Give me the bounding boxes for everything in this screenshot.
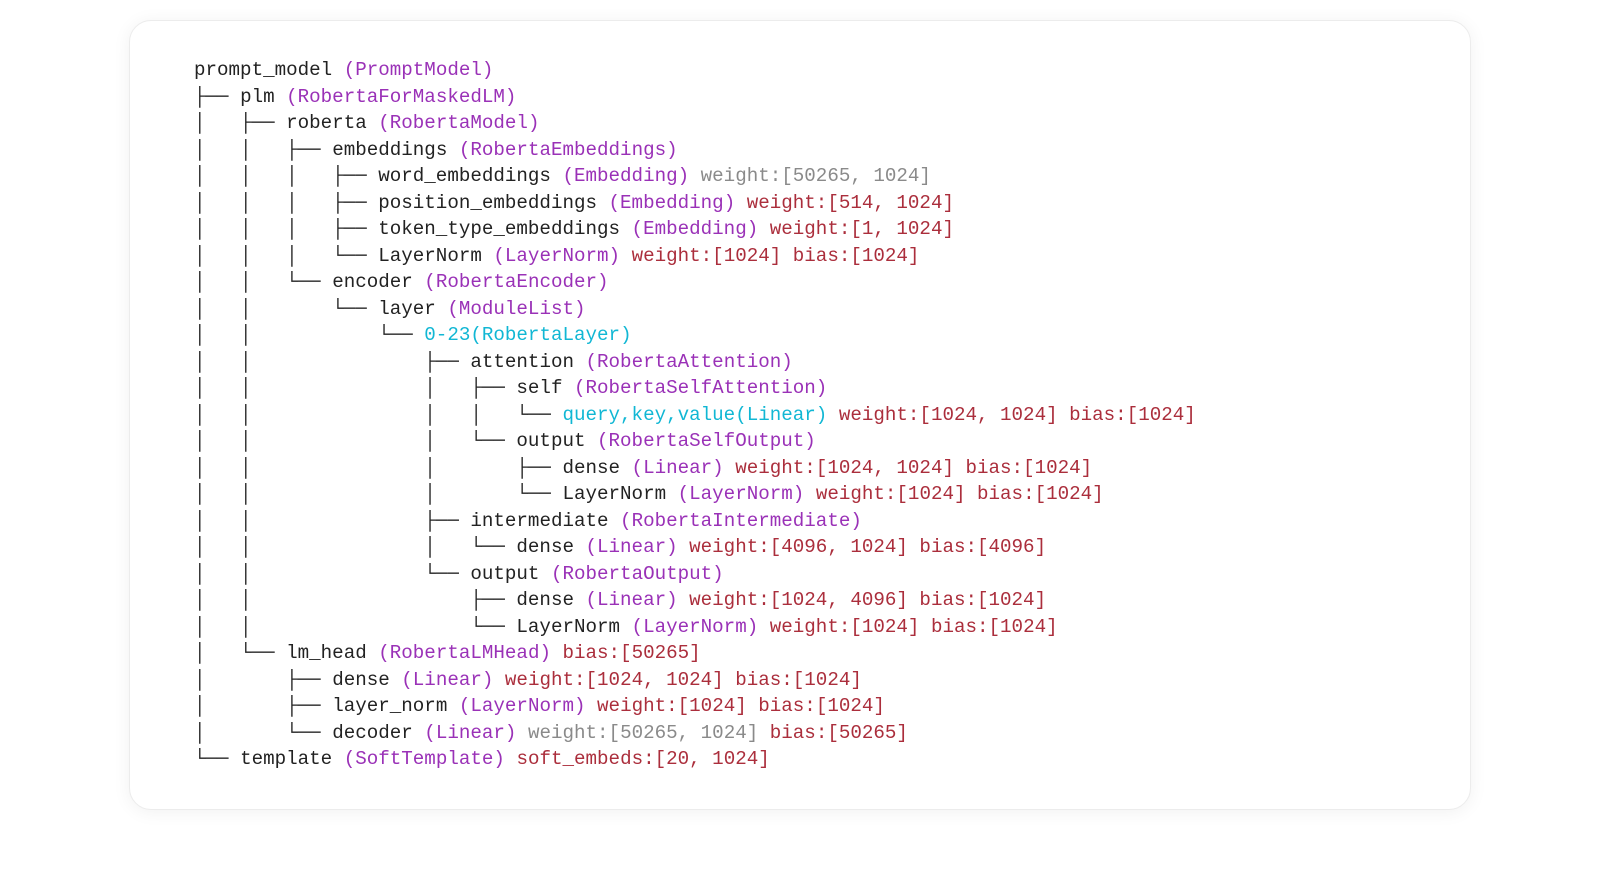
model-tree: prompt_model (PromptModel) ├── plm (Robe… xyxy=(194,57,1426,773)
tree-row: │ │ └── 0-23(RobertaLayer) xyxy=(194,324,632,346)
tree-row: │ │ │ ├── position_embeddings (Embedding… xyxy=(194,192,954,214)
tree-row: │ │ └── output (RobertaOutput) xyxy=(194,563,724,585)
tree-row: │ ├── layer_norm (LayerNorm) weight:[102… xyxy=(194,695,885,717)
tree-row: │ │ │ ├── self (RobertaSelfAttention) xyxy=(194,377,827,399)
model-tree-card: prompt_model (PromptModel) ├── plm (Robe… xyxy=(129,20,1471,810)
tree-row: prompt_model (PromptModel) xyxy=(194,59,493,81)
tree-row: │ │ └── encoder (RobertaEncoder) xyxy=(194,271,609,293)
tree-row: │ │ └── layer (ModuleList) xyxy=(194,298,586,320)
tree-row: │ │ │ ├── word_embeddings (Embedding) we… xyxy=(194,165,931,187)
tree-row: │ │ │ └── output (RobertaSelfOutput) xyxy=(194,430,816,452)
tree-row: │ │ │ └── dense (Linear) weight:[4096, 1… xyxy=(194,536,1046,558)
tree-row: │ │ └── LayerNorm (LayerNorm) weight:[10… xyxy=(194,616,1058,638)
tree-row: │ ├── dense (Linear) weight:[1024, 1024]… xyxy=(194,669,862,691)
tree-row: │ └── lm_head (RobertaLMHead) bias:[5026… xyxy=(194,642,701,664)
tree-row: │ │ │ ├── dense (Linear) weight:[1024, 1… xyxy=(194,457,1092,479)
tree-row: │ │ ├── embeddings (RobertaEmbeddings) xyxy=(194,139,678,161)
tree-row: │ ├── roberta (RobertaModel) xyxy=(194,112,539,134)
tree-row: │ │ │ └── LayerNorm (LayerNorm) weight:[… xyxy=(194,483,1104,505)
tree-row: │ │ ├── intermediate (RobertaIntermediat… xyxy=(194,510,862,532)
tree-row: ├── plm (RobertaForMaskedLM) xyxy=(194,86,516,108)
tree-row: │ │ ├── attention (RobertaAttention) xyxy=(194,351,793,373)
tree-row: │ │ │ ├── token_type_embeddings (Embeddi… xyxy=(194,218,954,240)
tree-row: │ └── decoder (Linear) weight:[50265, 10… xyxy=(194,722,908,744)
tree-row: └── template (SoftTemplate) soft_embeds:… xyxy=(194,748,770,770)
tree-row: │ │ ├── dense (Linear) weight:[1024, 409… xyxy=(194,589,1046,611)
tree-row: │ │ │ └── LayerNorm (LayerNorm) weight:[… xyxy=(194,245,919,267)
tree-row: │ │ │ │ └── query,key,value(Linear) weig… xyxy=(194,404,1196,426)
